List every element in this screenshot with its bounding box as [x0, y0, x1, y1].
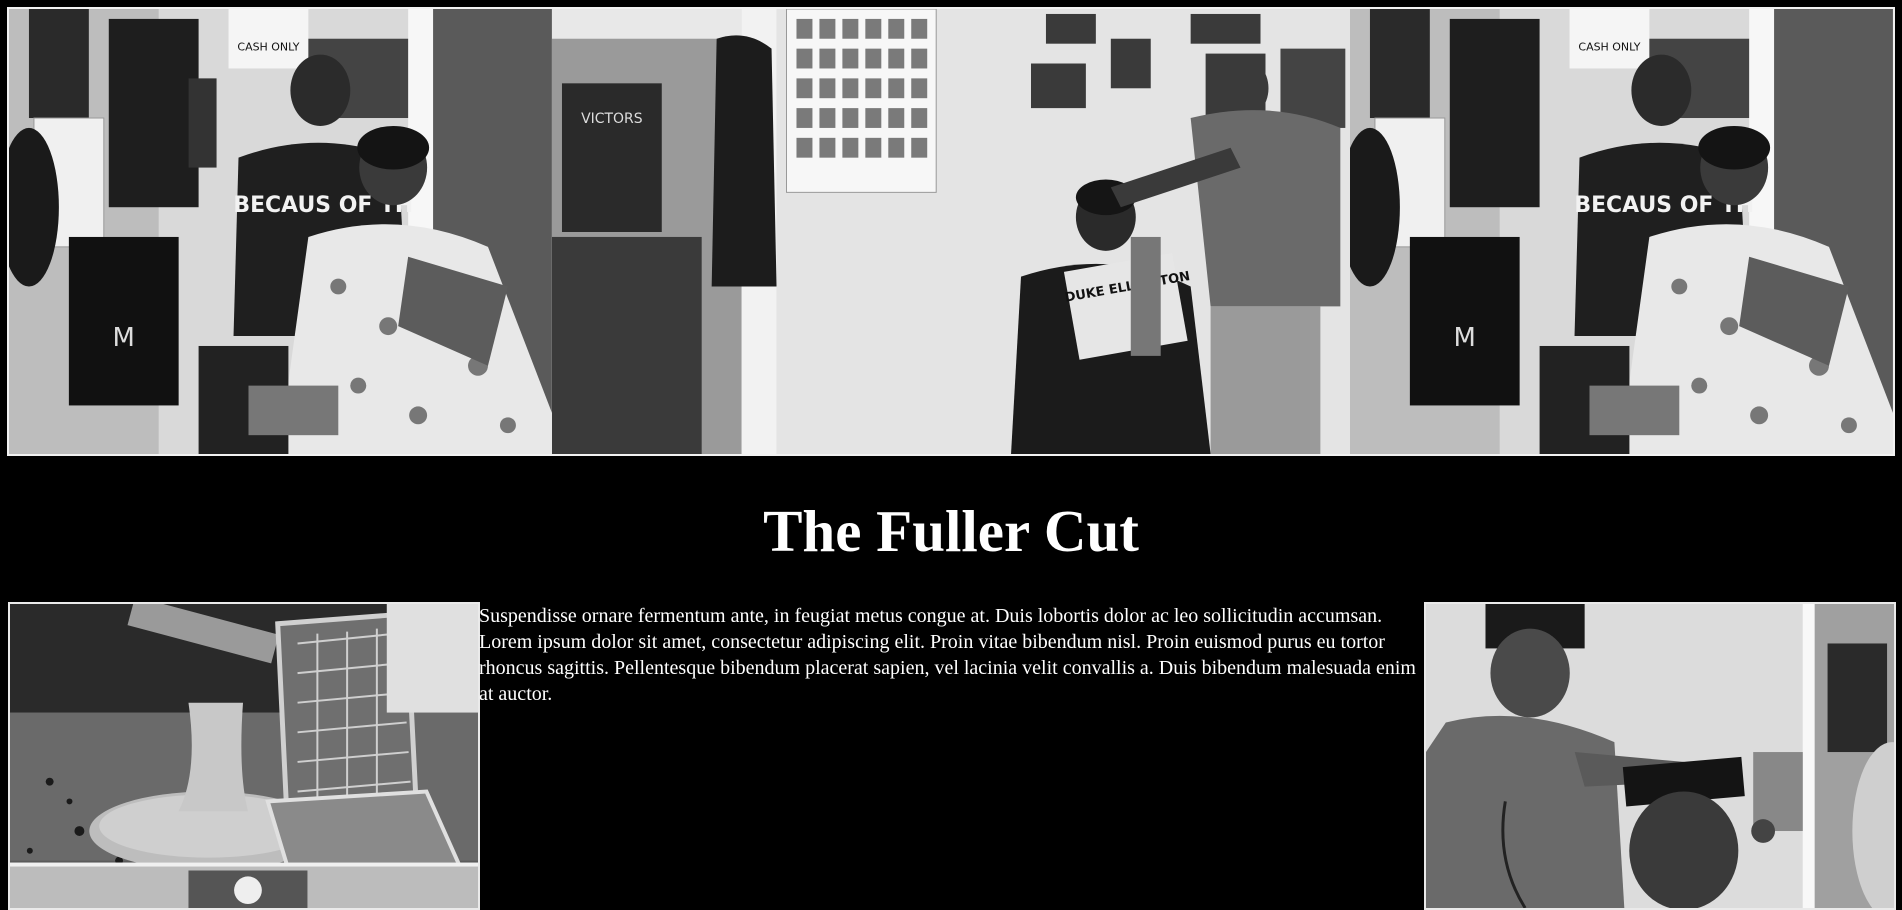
hero-photo-barber-right: M CASH ONLY BECAUS OF TH	[1350, 9, 1893, 454]
hero-photo-barber-left: M CASH ONLY BECAUS OF TH	[9, 9, 552, 454]
victors-poster: VICTORS	[581, 111, 643, 127]
intro-paragraph: Suspendisse ornare fermentum ante, in fe…	[479, 605, 1416, 705]
barber-shop-photo: M CASH ONLY BECAUS OF TH	[1350, 9, 1893, 454]
page-title: The Fuller Cut	[763, 498, 1139, 564]
barber-shop-photo: VICTORS DUKE ELLINGTON	[551, 9, 1351, 454]
barber-chair-image	[10, 604, 478, 908]
page: M CASH ONLY BECAUS OF TH VICTORS DUKE EL…	[0, 0, 1902, 910]
hero-banner: M CASH ONLY BECAUS OF TH VICTORS DUKE EL…	[7, 7, 1895, 456]
poster-letter: M	[1454, 323, 1476, 353]
barber-trimming-photo	[1424, 602, 1896, 910]
poster-letter: M	[113, 323, 135, 353]
barber-chair-photo	[8, 602, 480, 910]
hero-photo-barber-center: VICTORS DUKE ELLINGTON	[551, 9, 1351, 454]
cash-only-sign: CASH ONLY	[1579, 41, 1641, 54]
barber-trimming-image	[1426, 604, 1894, 908]
barber-shop-photo: M CASH ONLY BECAUS OF TH	[9, 9, 552, 454]
cash-only-sign: CASH ONLY	[237, 41, 299, 54]
